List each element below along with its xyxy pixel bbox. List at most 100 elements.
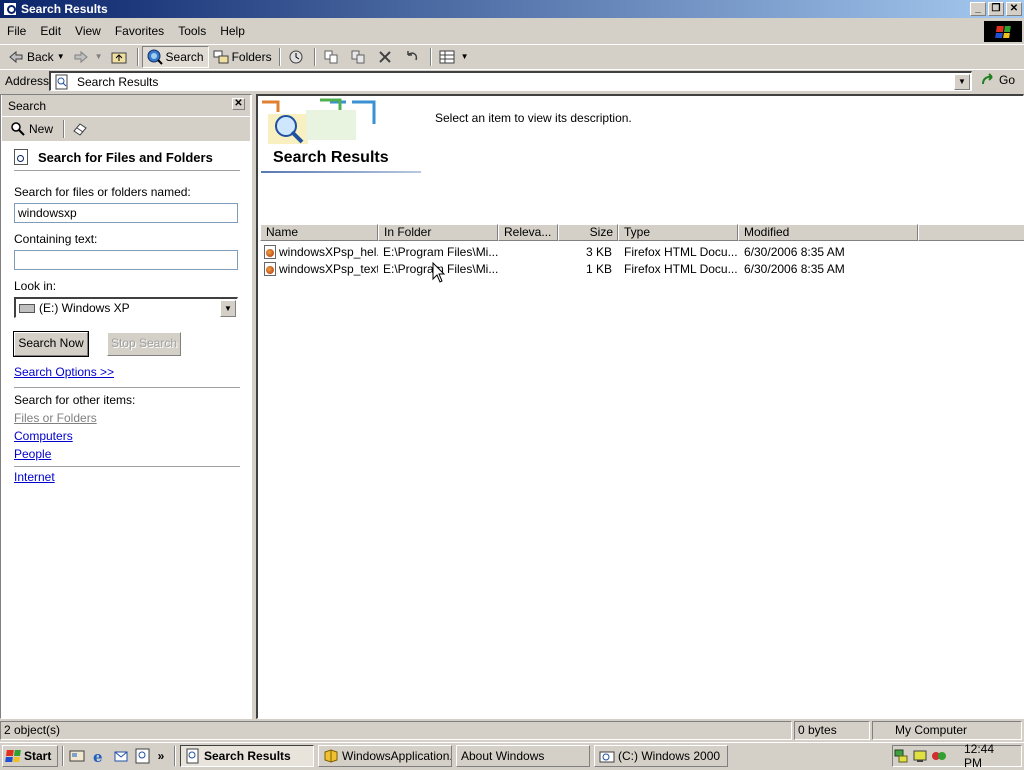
firefox-html-file-icon (264, 244, 276, 259)
go-button[interactable]: Go (980, 72, 1015, 88)
menu-view[interactable]: View (68, 24, 108, 38)
start-button[interactable]: Start (2, 744, 58, 767)
task-about-windows[interactable]: About Windows (456, 744, 590, 767)
folders-button[interactable]: Folders (209, 46, 276, 68)
look-in-dropdown-button[interactable]: ▼ (220, 300, 236, 317)
internet-explorer-icon[interactable]: e (90, 747, 108, 765)
search-label: Search (165, 49, 204, 64)
views-dropdown-icon[interactable]: ▼ (461, 52, 469, 61)
up-folder-button[interactable] (107, 46, 134, 68)
column-modified[interactable]: Modified (738, 224, 918, 241)
search-options-link[interactable]: Search Options >> (14, 365, 114, 379)
toolbar-separator (63, 120, 66, 138)
toolbar-separator (136, 47, 139, 66)
table-row[interactable]: windowsXPsp_text... E:\Program Files\Mi.… (260, 260, 918, 277)
windows-flag-icon (5, 749, 21, 762)
eraser-icon (72, 121, 88, 137)
taskbar-separator (62, 745, 64, 766)
history-button[interactable] (284, 46, 311, 68)
copy-to-button[interactable] (346, 46, 373, 68)
files-or-folders-link[interactable]: Files or Folders (14, 411, 97, 425)
forward-arrow-icon (73, 49, 89, 65)
containing-text-input[interactable] (14, 250, 238, 270)
views-button[interactable]: ▼ (435, 46, 473, 68)
display-tray-icon[interactable] (912, 748, 928, 764)
search-button[interactable]: Search (141, 45, 209, 68)
internet-link[interactable]: Internet (14, 470, 55, 484)
search-now-button[interactable]: Search Now (13, 331, 89, 357)
minimize-button[interactable]: _ (970, 2, 986, 16)
row-size: 1 KB (585, 261, 612, 276)
quicklaunch-overflow-icon[interactable]: » (156, 747, 166, 765)
address-dropdown-button[interactable]: ▼ (954, 74, 970, 90)
column-name[interactable]: Name (260, 224, 378, 241)
search-pane-close-button[interactable]: ✕ (232, 98, 245, 110)
filename-input[interactable]: windowsxp (14, 203, 238, 223)
address-label: Address (5, 74, 50, 88)
search-quicklaunch-icon[interactable] (134, 747, 152, 765)
stop-search-button[interactable]: Stop Search (107, 332, 181, 356)
row-modified: 6/30/2006 8:35 AM (744, 244, 845, 259)
menu-favorites[interactable]: Favorites (108, 24, 171, 38)
search-page-icon (54, 74, 70, 90)
search-document-icon (14, 149, 28, 165)
application-icon (323, 748, 339, 764)
close-button[interactable]: ✕ (1006, 2, 1022, 16)
standard-toolbar: Back ▼ ▼ Search Folders ▼ (0, 44, 1024, 68)
firefox-html-file-icon (264, 261, 276, 276)
search-assistant-button[interactable] (68, 118, 95, 140)
outlook-express-icon[interactable] (112, 747, 130, 765)
menu-bar: File Edit View Favorites Tools Help (0, 20, 1024, 42)
row-type: Firefox HTML Docu... (624, 261, 738, 276)
row-type: Firefox HTML Docu... (624, 244, 738, 259)
table-row[interactable]: windowsXPsp_hel... E:\Program Files\Mi..… (260, 243, 918, 260)
results-pane: Select an item to view its description. … (256, 94, 1024, 719)
forward-dropdown-icon[interactable]: ▼ (95, 52, 103, 61)
look-in-select[interactable]: (E:) Windows XP ▼ (14, 297, 238, 318)
task-search-results[interactable]: Search Results (180, 744, 314, 767)
copy-to-icon (350, 49, 366, 65)
back-dropdown-icon[interactable]: ▼ (57, 52, 65, 61)
people-link[interactable]: People (14, 447, 51, 461)
show-desktop-icon[interactable] (68, 747, 86, 765)
menu-tools[interactable]: Tools (171, 24, 213, 38)
divider (14, 387, 240, 388)
status-bytes: 0 bytes (794, 721, 870, 740)
start-label: Start (24, 748, 52, 763)
undo-button[interactable] (400, 46, 427, 68)
toolbar-separator (429, 47, 432, 66)
network-tray-icon[interactable] (893, 748, 909, 764)
clock[interactable]: 12:44 PM (964, 742, 1015, 770)
undo-icon (404, 49, 420, 65)
task-c-drive[interactable]: (C:) Windows 2000 (594, 744, 728, 767)
column-relevance[interactable]: Releva... (498, 224, 558, 241)
history-icon (288, 49, 304, 65)
volume-tray-icon[interactable] (931, 748, 947, 764)
containing-text-label: Containing text: (14, 232, 98, 246)
menu-edit[interactable]: Edit (33, 24, 68, 38)
menu-file[interactable]: File (0, 24, 33, 38)
forward-button[interactable]: ▼ (69, 46, 107, 68)
divider (14, 466, 240, 467)
drive-folder-icon (599, 748, 615, 764)
go-arrow-icon (980, 72, 996, 88)
delete-x-icon (377, 49, 393, 65)
back-arrow-icon (8, 49, 24, 65)
restore-button[interactable]: ❐ (988, 2, 1004, 16)
back-button[interactable]: Back ▼ (4, 46, 69, 68)
computers-link[interactable]: Computers (14, 429, 73, 443)
title-bar[interactable]: Search Results _ ❐ ✕ (0, 0, 1024, 18)
address-field[interactable]: Search Results ▼ (49, 71, 972, 91)
new-search-button[interactable]: New (8, 118, 55, 140)
delete-button[interactable] (373, 46, 400, 68)
task-windows-application[interactable]: WindowsApplication... (318, 744, 452, 767)
row-name: windowsXPsp_hel... (279, 244, 378, 259)
column-size[interactable]: Size (558, 224, 618, 241)
named-label: Search for files or folders named: (14, 185, 191, 199)
search-results-task-icon (185, 748, 201, 764)
menu-help[interactable]: Help (213, 24, 252, 38)
column-in-folder[interactable]: In Folder (378, 224, 498, 241)
column-type[interactable]: Type (618, 224, 738, 241)
move-to-button[interactable] (319, 46, 346, 68)
search-window-icon[interactable] (3, 2, 17, 16)
